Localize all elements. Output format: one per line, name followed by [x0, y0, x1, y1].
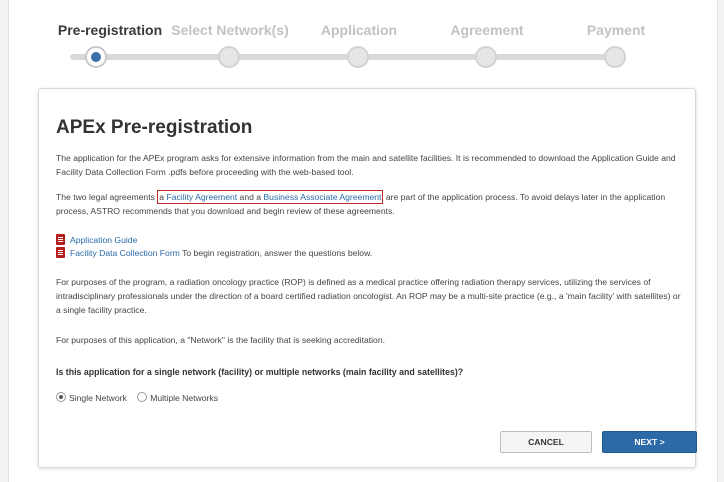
facility-agreement-link[interactable]: Facility Agreement: [166, 192, 237, 202]
step-label-agreement: Agreement: [450, 22, 524, 38]
intro-paragraph: The application for the APEx program ask…: [56, 153, 676, 177]
single-network-label[interactable]: Single Network: [69, 393, 127, 403]
step-dot-application: [347, 46, 369, 68]
facility-data-collection-form-link[interactable]: Facility Data Collection Form: [70, 248, 180, 258]
multiple-networks-radio[interactable]: [137, 392, 148, 402]
progress-stepper: Pre-registration Select Network(s) Appli…: [0, 0, 724, 80]
download-facility-form-row: Facility Data Collection Form To begin r…: [56, 247, 372, 259]
cancel-button[interactable]: CANCEL: [500, 431, 592, 453]
pre-registration-card: APEx Pre-registration The application fo…: [38, 88, 697, 468]
step-dot-agreement: [475, 46, 497, 68]
stepper-track: [70, 54, 620, 60]
business-associate-agreement-link[interactable]: Business Associate Agreement: [263, 192, 381, 202]
step-label-payment: Payment: [586, 22, 646, 38]
pdf-icon: [56, 234, 65, 245]
pdf-icon: [56, 247, 65, 258]
step-label-select-networks: Select Network(s): [171, 22, 289, 38]
single-network-radio[interactable]: [56, 392, 66, 402]
application-guide-link[interactable]: Application Guide: [70, 235, 137, 245]
network-definition-paragraph: For purposes of this application, a "Net…: [56, 335, 386, 345]
network-type-question: Is this application for a single network…: [56, 367, 464, 377]
agreements-highlight-box: a Facility Agreement and a Business Asso…: [157, 190, 384, 204]
step-label-pre-registration[interactable]: Pre-registration: [58, 22, 162, 38]
single-network-option[interactable]: Single Network: [56, 392, 127, 403]
step-dot-pre-registration[interactable]: [85, 46, 107, 68]
step-dot-payment: [604, 46, 626, 68]
multiple-networks-label[interactable]: Multiple Networks: [150, 393, 218, 403]
agreements-text-middle: and a: [237, 192, 264, 202]
card-title: APEx Pre-registration: [56, 117, 253, 138]
agreements-paragraph: The two legal agreements a Facility Agre…: [56, 190, 681, 218]
step-label-application: Application: [320, 22, 398, 38]
agreements-text-before: The two legal agreements: [56, 192, 158, 202]
multiple-networks-option[interactable]: Multiple Networks: [137, 392, 218, 403]
registration-instruction-text: To begin registration, answer the questi…: [179, 248, 373, 258]
next-button[interactable]: NEXT >: [602, 431, 697, 453]
download-application-guide-row: Application Guide: [56, 234, 137, 246]
rop-definition-paragraph: For purposes of the program, a radiation…: [56, 277, 681, 315]
step-dot-select-networks: [218, 46, 240, 68]
network-type-radio-group: Single Network Multiple Networks: [56, 392, 226, 403]
